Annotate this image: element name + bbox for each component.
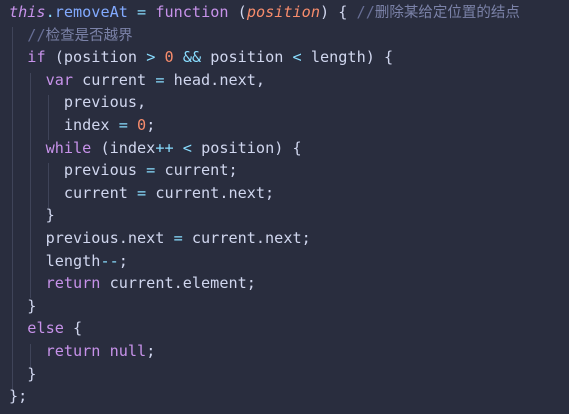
code-token: index [9,116,119,134]
code-token: // [27,25,46,44]
code-token: = [137,183,147,202]
code-token: position [246,3,320,21]
code-token: current [73,70,156,89]
code-token: = [118,116,128,134]
code-token: return [45,342,101,360]
code-line: } [9,295,36,318]
code-token: current [9,183,138,202]
code-token: length) { [301,48,394,67]
code-line: else { [9,317,82,340]
code-token: position) { [191,138,302,157]
code-token: && [182,48,202,67]
code-line: previous.next = current.next; [9,227,311,250]
code-token: (index [91,138,156,157]
code-token: > [146,48,156,67]
code-token: current.next; [146,183,275,202]
code-line: } [9,363,36,386]
code-token: // [356,3,375,21]
code-token: length [9,251,101,270]
code-line: current = current.next; [9,182,274,205]
code-token: = [146,161,156,180]
code-token: current.next; [182,229,311,247]
code-token: current.element; [100,274,256,293]
code-line: var current = head.next, [9,69,265,92]
code-token: = [137,3,147,21]
code-token: removeAt [54,3,128,21]
code-line: previous, [9,91,146,114]
code-token: null [109,342,147,360]
code-line: } [9,204,55,227]
code-token: ; [146,342,156,360]
code-token: }; [9,387,28,406]
code-token: < [182,138,192,157]
code-line: while (index++ < position) { [9,137,302,160]
code-token: . [45,3,55,21]
code-token: ( [228,3,247,21]
code-token: { [63,319,83,338]
code-token: previous [9,161,147,180]
code-token: ++ [155,138,174,157]
code-line: }; [9,385,27,408]
code-line: return current.element; [9,272,256,295]
code-line: //检查是否越界 [9,24,133,47]
code-token: function [155,3,229,21]
code-token: current; [155,161,238,180]
code-token: else [27,319,64,338]
code-token: 0 [164,48,174,67]
code-token: ; [146,116,156,134]
code-token: previous, [9,93,147,112]
code-token: } [9,296,37,315]
code-token: var [45,70,74,89]
code-token: ) { [319,3,357,21]
code-token: 删除某给定位置的结点 [374,5,520,21]
code-token: } [9,206,55,225]
code-token: = [173,229,183,247]
code-token: 0 [137,116,147,134]
code-line: index = 0; [9,114,156,137]
code-token: return [45,274,101,293]
code-line: this.removeAt = function (position) { //… [9,1,520,24]
code-line: return null; [9,340,156,363]
code-line: if (position > 0 && position < length) { [9,46,393,69]
code-editor[interactable]: this.removeAt = function (position) { //… [0,0,569,414]
code-line: previous = current; [9,159,238,182]
code-token: < [292,48,302,67]
code-token: (position [45,48,147,67]
code-token: head.next, [164,70,266,89]
code-token: 检查是否越界 [45,27,133,44]
code-token: if [27,48,46,67]
code-token: this [9,3,46,21]
code-token: -- [100,251,119,270]
code-token: previous.next [9,229,174,247]
code-token: } [9,364,37,383]
code-token: position [201,48,293,67]
code-token: while [45,138,92,157]
code-token: ; [118,251,128,270]
code-line: length--; [9,250,128,273]
